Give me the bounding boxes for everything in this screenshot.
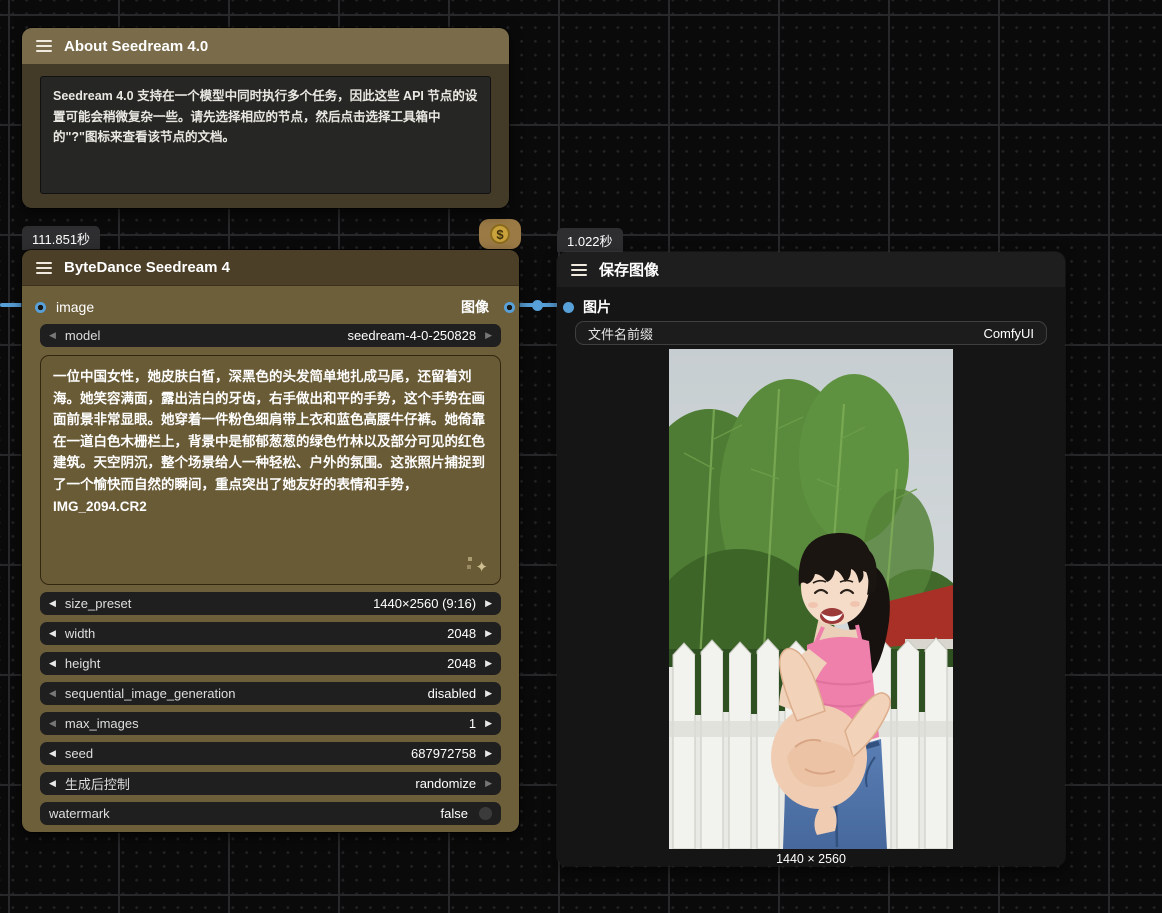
image-preview-area: 1440 × 2560 <box>557 349 1065 866</box>
decrement-arrow-icon[interactable]: ◀ <box>49 629 56 638</box>
widget-label: seed <box>65 746 93 761</box>
menu-icon[interactable] <box>571 264 587 276</box>
widget-label: max_images <box>65 716 139 731</box>
io-row: image 图像 <box>22 294 519 320</box>
decrement-arrow-icon[interactable]: ◀ <box>49 719 56 728</box>
increment-arrow-icon[interactable]: ▶ <box>485 779 492 788</box>
widget-label: watermark <box>49 806 110 821</box>
menu-icon[interactable] <box>36 262 52 274</box>
increment-arrow-icon[interactable]: ▶ <box>485 719 492 728</box>
widget-label: sequential_image_generation <box>65 686 236 701</box>
image-input-port[interactable] <box>35 302 46 313</box>
decrement-arrow-icon[interactable]: ◀ <box>49 749 56 758</box>
node-title: 保存图像 <box>599 259 659 280</box>
widget-size-preset[interactable]: ◀ size_preset 1440×2560 (9:16) ▶ <box>40 592 501 615</box>
image-output-port[interactable] <box>504 302 515 313</box>
image-dimensions-label: 1440 × 2560 <box>776 852 846 866</box>
decrement-arrow-icon[interactable]: ◀ <box>49 779 56 788</box>
widget-value: 1440×2560 (9:16) <box>373 596 476 611</box>
widget-watermark[interactable]: watermark false <box>40 802 501 825</box>
node-graph-canvas[interactable]: 111.851秒 1.022秒 $ About Seedream 4.0 See… <box>0 0 1162 913</box>
widget-value: randomize <box>415 776 476 791</box>
filename-prefix-widget[interactable]: 文件名前缀 ComfyUI <box>575 321 1047 345</box>
widget-label: 文件名前缀 <box>588 324 653 343</box>
about-note-node[interactable]: About Seedream 4.0 Seedream 4.0 支持在一个模型中… <box>22 28 509 208</box>
increment-arrow-icon[interactable]: ▶ <box>485 599 492 608</box>
save-image-node[interactable]: 保存图像 图片 文件名前缀 ComfyUI <box>557 252 1065 866</box>
prompt-textarea[interactable]: 一位中国女性，她皮肤白皙，深黑色的头发简单地扎成马尾，还留着刘海。她笑容满面，露… <box>40 355 501 585</box>
input-label: image <box>56 299 94 315</box>
note-text[interactable]: Seedream 4.0 支持在一个模型中同时执行多个任务，因此这些 API 节… <box>40 76 491 194</box>
widget-width[interactable]: ◀ width 2048 ▶ <box>40 622 501 645</box>
widget-label: size_preset <box>65 596 131 611</box>
widget-value: seedream-4-0-250828 <box>347 328 476 343</box>
widget-value: disabled <box>428 686 476 701</box>
seedream-node[interactable]: ByteDance Seedream 4 image 图像 ◀ model se… <box>22 250 519 832</box>
execution-time-badge: 1.022秒 <box>557 228 623 252</box>
widget-label: height <box>65 656 100 671</box>
menu-icon[interactable] <box>36 40 52 52</box>
increment-arrow-icon[interactable]: ▶ <box>485 629 492 638</box>
decrement-arrow-icon[interactable]: ◀ <box>49 689 56 698</box>
output-label: 图像 <box>461 297 489 317</box>
increment-arrow-icon[interactable]: ▶ <box>485 689 492 698</box>
widget-model[interactable]: ◀ model seedream-4-0-250828 ▶ <box>40 324 501 347</box>
link-midpoint-dot[interactable] <box>532 300 543 311</box>
preview-photo[interactable] <box>669 349 953 849</box>
increment-arrow-icon[interactable]: ▶ <box>485 331 492 340</box>
widget-seed[interactable]: ◀ seed 687972758 ▶ <box>40 742 501 765</box>
node-title: ByteDance Seedream 4 <box>64 259 230 276</box>
widget-value: 1 <box>469 716 476 731</box>
widget-label: model <box>65 328 100 343</box>
prompt-text: 一位中国女性，她皮肤白皙，深黑色的头发简单地扎成马尾，还留着刘海。她笑容满面，露… <box>53 369 485 514</box>
widget-value: false <box>441 806 468 821</box>
execution-time-badge: 111.851秒 <box>22 226 100 250</box>
widget-value: 2048 <box>447 626 476 641</box>
widget-value: ComfyUI <box>983 326 1034 341</box>
image-input-port[interactable] <box>563 302 574 313</box>
decrement-arrow-icon[interactable]: ◀ <box>49 659 56 668</box>
input-label: 图片 <box>583 297 611 317</box>
increment-arrow-icon[interactable]: ▶ <box>485 749 492 758</box>
decrement-arrow-icon[interactable]: ◀ <box>49 331 56 340</box>
widget-control-after-generate[interactable]: ◀ 生成后控制 randomize ▶ <box>40 772 501 795</box>
seedream-node-header[interactable]: ByteDance Seedream 4 <box>22 250 519 286</box>
widget-value: 687972758 <box>411 746 476 761</box>
boolean-toggle-icon[interactable] <box>479 807 492 820</box>
about-node-header[interactable]: About Seedream 4.0 <box>22 28 509 64</box>
widget-height[interactable]: ◀ height 2048 ▶ <box>40 652 501 675</box>
save-node-header[interactable]: 保存图像 <box>557 252 1065 287</box>
widget-label: 生成后控制 <box>65 774 130 793</box>
dollar-coin-icon: $ <box>490 224 510 244</box>
node-title: About Seedream 4.0 <box>64 38 208 55</box>
io-row: 图片 <box>557 295 1065 319</box>
api-cost-badge: $ <box>479 219 521 249</box>
widget-max-images[interactable]: ◀ max_images 1 ▶ <box>40 712 501 735</box>
decrement-arrow-icon[interactable]: ◀ <box>49 599 56 608</box>
widget-sequential-image-generation[interactable]: ◀ sequential_image_generation disabled ▶ <box>40 682 501 705</box>
increment-arrow-icon[interactable]: ▶ <box>485 659 492 668</box>
widget-label: width <box>65 626 95 641</box>
sparkle-icon[interactable]: ✦ <box>475 556 488 580</box>
widget-value: 2048 <box>447 656 476 671</box>
